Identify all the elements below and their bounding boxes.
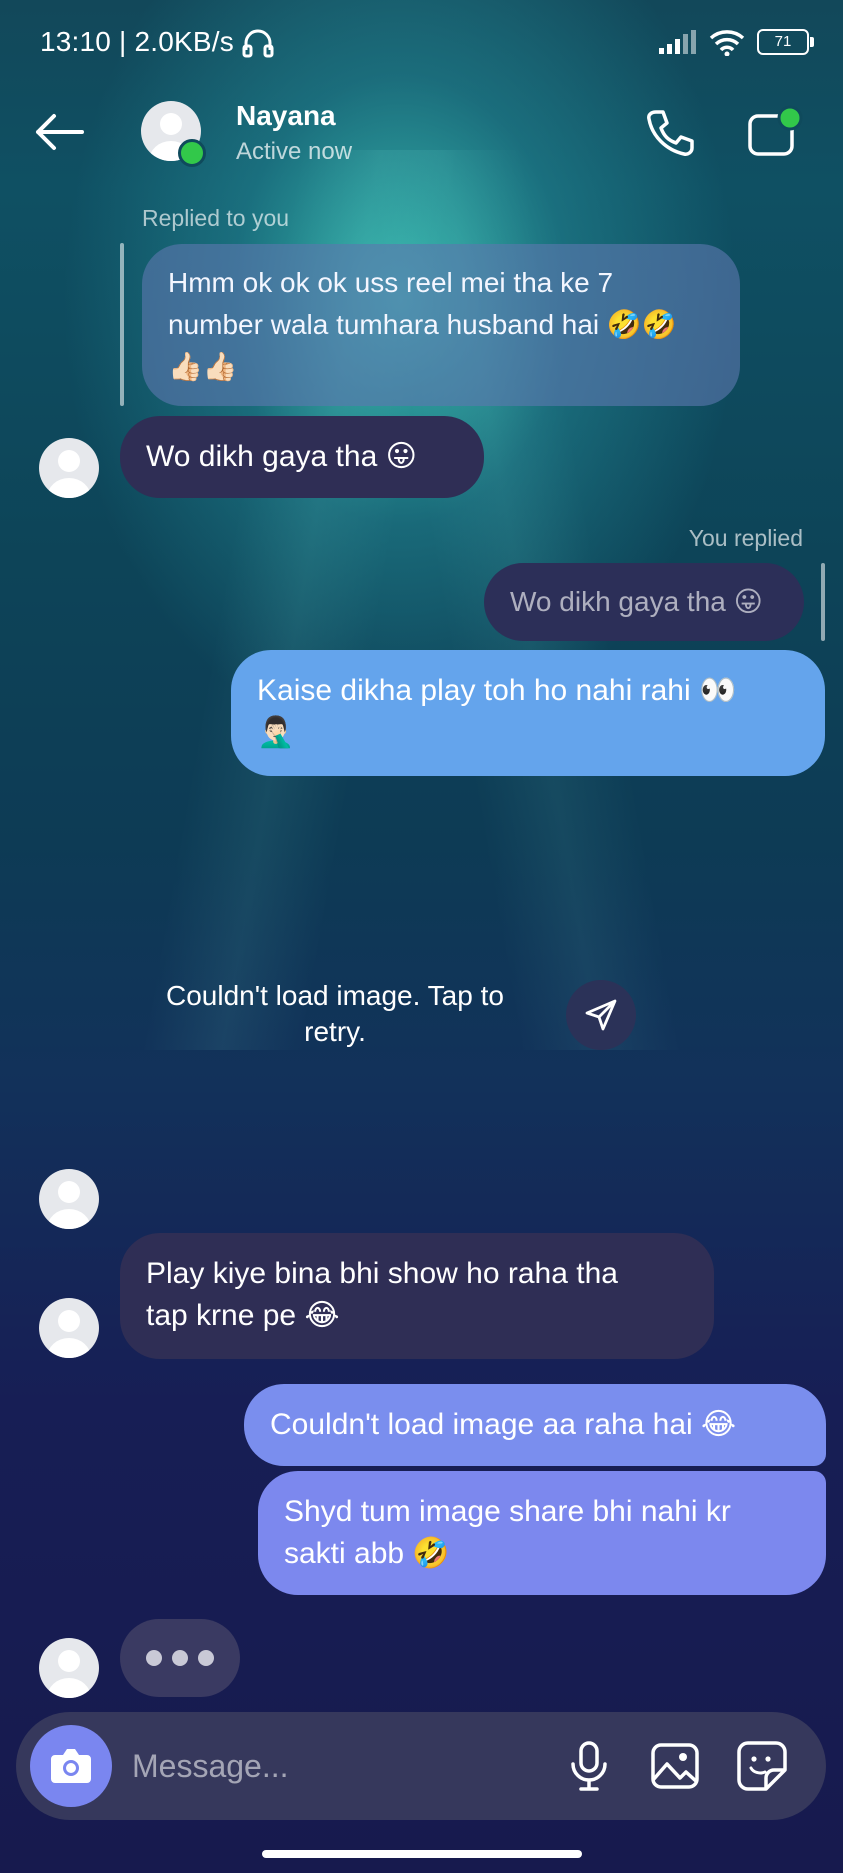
outgoing-message[interactable]: Kaise dikha play toh ho nahi rahi 👀 🤦🏻‍♂… [231, 650, 825, 776]
person-icon [47, 1650, 91, 1698]
status-icons: 71 [659, 28, 814, 56]
incoming-message[interactable]: Wo dikh gaya tha 😛 [120, 416, 484, 498]
sender-avatar [39, 1298, 99, 1358]
message-input[interactable] [130, 1740, 554, 1792]
sticker-icon[interactable] [736, 1740, 788, 1792]
share-button[interactable] [566, 980, 636, 1050]
sender-avatar [39, 438, 99, 498]
signal-icon [659, 30, 696, 54]
reply-quote-bubble[interactable]: Hmm ok ok ok uss reel mei tha ke 7 numbe… [142, 244, 740, 406]
back-arrow-icon[interactable] [34, 112, 84, 152]
phone-call-icon[interactable] [646, 108, 694, 158]
reply-bar-out [821, 563, 825, 641]
typing-indicator [120, 1619, 240, 1697]
incoming-message[interactable]: Play kiye bina bhi show ho raha tha tap … [120, 1233, 714, 1359]
gallery-icon[interactable] [650, 1742, 700, 1790]
microphone-icon[interactable] [568, 1740, 610, 1792]
person-icon [47, 1310, 91, 1358]
paper-plane-icon [585, 999, 617, 1031]
person-icon [47, 450, 91, 498]
reply-bar [120, 243, 124, 406]
camera-button[interactable] [30, 1725, 112, 1807]
person-icon [47, 1181, 91, 1229]
image-error-text[interactable]: Couldn't load image. Tap to retry. [130, 978, 540, 1050]
sender-avatar [39, 1169, 99, 1229]
home-indicator [262, 1850, 582, 1858]
camera-icon [51, 1749, 91, 1783]
headphones-icon [242, 29, 274, 58]
sender-avatar [39, 1638, 99, 1698]
battery-icon: 71 [757, 29, 814, 55]
video-call-icon[interactable] [746, 104, 804, 158]
you-replied-label: You replied [688, 525, 803, 551]
outgoing-message[interactable]: Shyd tum image share bhi nahi kr sakti a… [258, 1471, 826, 1595]
contact-status: Active now [236, 138, 353, 165]
online-indicator [178, 139, 206, 167]
replied-to-you-label: Replied to you [142, 205, 290, 231]
contact-name[interactable]: Nayana [236, 100, 336, 132]
reply-quote-bubble-out[interactable]: Wo dikh gaya tha 😛 [484, 563, 804, 641]
status-time: 13:10 | 2.0KB/s [40, 26, 234, 57]
wifi-icon [709, 30, 745, 56]
outgoing-message[interactable]: Couldn't load image aa raha hai 😂 [244, 1384, 826, 1466]
